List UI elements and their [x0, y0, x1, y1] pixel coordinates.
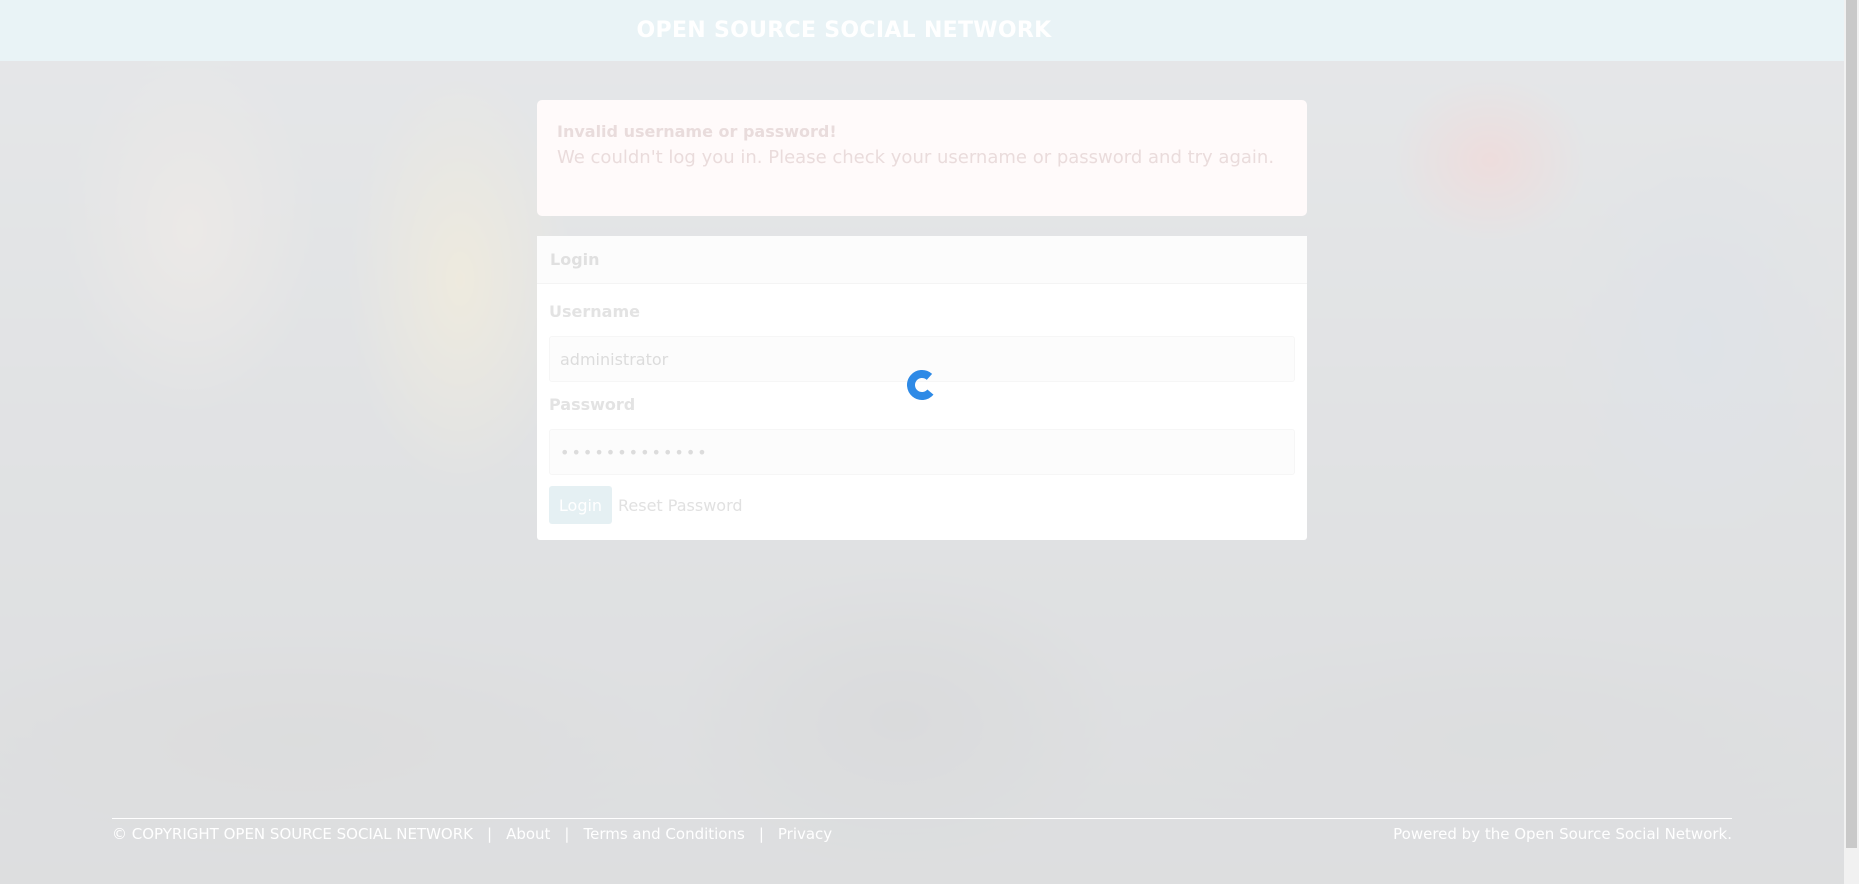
footer-menu: © COPYRIGHT OPEN SOURCE SOCIAL NETWORK |… — [112, 824, 832, 844]
login-button[interactable]: Login — [549, 486, 612, 524]
copyright-text: © COPYRIGHT OPEN SOURCE SOCIAL NETWORK — [112, 825, 473, 843]
login-heading: Login — [537, 236, 1307, 284]
footer-divider — [112, 818, 1732, 819]
login-form: Username Password Login Reset Password — [537, 302, 1307, 524]
footer-link-about[interactable]: About — [506, 825, 550, 843]
vertical-scrollbar[interactable] — [1844, 0, 1859, 884]
site-title[interactable]: OPEN SOURCE SOCIAL NETWORK — [637, 18, 1052, 43]
loading-spinner-icon — [907, 370, 937, 400]
footer-separator: | — [487, 825, 493, 843]
form-actions: Login Reset Password — [549, 486, 1295, 524]
error-alert: Invalid username or password! We couldn'… — [537, 100, 1307, 216]
footer-separator: | — [564, 825, 570, 843]
footer-link-privacy[interactable]: Privacy — [778, 825, 832, 843]
top-bar: OPEN SOURCE SOCIAL NETWORK — [0, 0, 1844, 61]
error-title: Invalid username or password! — [557, 122, 837, 141]
footer-link-terms[interactable]: Terms and Conditions — [583, 825, 744, 843]
password-input[interactable] — [549, 429, 1295, 475]
scrollbar-thumb[interactable] — [1846, 0, 1857, 848]
error-message: We couldn't log you in. Please check you… — [557, 147, 1275, 168]
username-label: Username — [549, 302, 640, 321]
footer-separator: | — [758, 825, 764, 843]
powered-by-text: Powered by the Open Source Social Networ… — [1393, 825, 1732, 843]
reset-password-link[interactable]: Reset Password — [618, 496, 743, 515]
